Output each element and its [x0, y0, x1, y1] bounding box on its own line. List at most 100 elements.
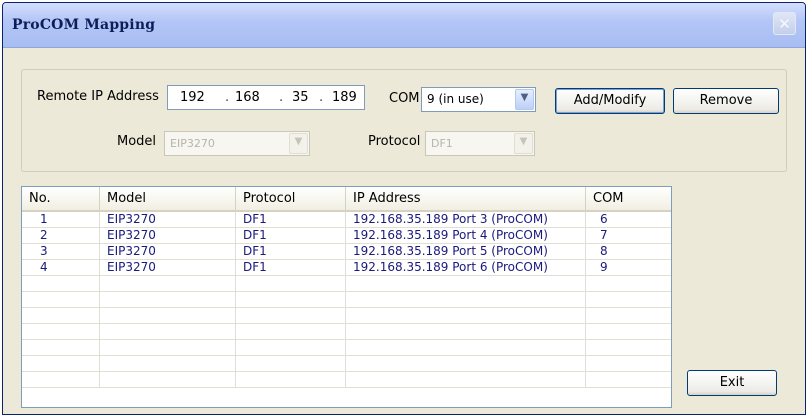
- empty-cell: [100, 292, 236, 307]
- com-label: COM: [389, 91, 420, 106]
- cell-ip-address: 192.168.35.189 Port 4 (ProCOM): [346, 228, 586, 243]
- chevron-down-icon: ▼: [294, 136, 303, 147]
- com-select-value: 9 (in use): [427, 92, 484, 106]
- cell-com: 6: [600, 212, 608, 226]
- empty-cell: [346, 292, 586, 307]
- empty-cell: [346, 356, 586, 371]
- empty-cell: [346, 276, 586, 291]
- column-header-no[interactable]: No.: [22, 187, 100, 210]
- cell-ip-address: 192.168.35.189 Port 6 (ProCOM): [346, 260, 586, 275]
- ip-octet-2[interactable]: 168: [235, 90, 260, 105]
- protocol-select-value: DF1: [431, 137, 453, 150]
- empty-cell: [22, 372, 100, 387]
- table-body: 1 EIP3270 DF1 192.168.35.189 Port 3 (Pro…: [22, 212, 671, 407]
- empty-cell: [236, 356, 346, 371]
- empty-cell: [236, 308, 346, 323]
- ip-separator: .: [319, 90, 324, 105]
- cell-model: EIP3270: [100, 228, 236, 243]
- cell-ip-address: 192.168.35.189 Port 5 (ProCOM): [346, 244, 586, 259]
- empty-row: [22, 292, 671, 308]
- table-row[interactable]: 1 EIP3270 DF1 192.168.35.189 Port 3 (Pro…: [22, 212, 671, 228]
- model-select: EIP3270 ▼: [164, 131, 310, 156]
- cell-protocol: DF1: [236, 260, 346, 275]
- empty-cell: [236, 276, 346, 291]
- empty-row: [22, 372, 671, 388]
- cell-com: 9: [600, 260, 608, 274]
- empty-cell: [100, 372, 236, 387]
- empty-cell: [22, 292, 100, 307]
- cell-com: 7: [600, 228, 608, 242]
- cell-com: 8: [600, 244, 608, 258]
- com-select[interactable]: 9 (in use) ▼: [421, 87, 536, 112]
- empty-cell: [100, 276, 236, 291]
- empty-cell: [22, 340, 100, 355]
- title-bar[interactable]: ProCOM Mapping ✕: [3, 3, 805, 48]
- cell-no: 1: [22, 212, 100, 227]
- empty-cell: [22, 356, 100, 371]
- remote-ip-input[interactable]: 192 . 168 . 35 . 189: [167, 85, 365, 110]
- table-row[interactable]: 3 EIP3270 DF1 192.168.35.189 Port 5 (Pro…: [22, 244, 671, 260]
- protocol-dropdown-button: ▼: [514, 133, 533, 154]
- empty-cell: [100, 356, 236, 371]
- empty-cell: [346, 308, 586, 323]
- column-header-protocol[interactable]: Protocol: [236, 187, 346, 210]
- table-header: No. Model Protocol IP Address COM: [22, 187, 671, 212]
- cell-protocol: DF1: [236, 212, 346, 227]
- close-button[interactable]: ✕: [773, 12, 796, 35]
- empty-cell: [22, 324, 100, 339]
- table-row[interactable]: 2 EIP3270 DF1 192.168.35.189 Port 4 (Pro…: [22, 228, 671, 244]
- empty-cell: [236, 324, 346, 339]
- empty-cell: [346, 340, 586, 355]
- chevron-down-icon: ▼: [519, 136, 528, 147]
- procom-mapping-dialog: ProCOM Mapping ✕ Remote IP Address 192 .…: [2, 2, 806, 415]
- cell-model: EIP3270: [100, 260, 236, 275]
- exit-button[interactable]: Exit: [687, 370, 777, 396]
- cell-no: 2: [22, 228, 100, 243]
- empty-row: [22, 356, 671, 372]
- ip-octet-4[interactable]: 189: [332, 90, 357, 105]
- empty-cell: [100, 340, 236, 355]
- column-header-model[interactable]: Model: [100, 187, 236, 210]
- empty-cell: [346, 372, 586, 387]
- mapping-table[interactable]: No. Model Protocol IP Address COM 1 EIP3…: [21, 186, 672, 408]
- model-dropdown-button: ▼: [289, 133, 308, 154]
- cell-model: EIP3270: [100, 212, 236, 227]
- empty-cell: [236, 340, 346, 355]
- empty-cell: [236, 292, 346, 307]
- empty-cell: [236, 372, 346, 387]
- com-dropdown-button[interactable]: ▼: [515, 89, 534, 110]
- cell-no: 4: [22, 260, 100, 275]
- add-modify-button[interactable]: Add/Modify: [555, 88, 665, 114]
- cell-protocol: DF1: [236, 244, 346, 259]
- empty-cell: [346, 324, 586, 339]
- empty-row: [22, 340, 671, 356]
- window-title: ProCOM Mapping: [12, 17, 156, 33]
- cell-ip-address: 192.168.35.189 Port 3 (ProCOM): [346, 212, 586, 227]
- connection-settings-group: [21, 69, 787, 172]
- model-label: Model: [117, 134, 157, 149]
- empty-row: [22, 276, 671, 292]
- column-header-ip-address[interactable]: IP Address: [346, 187, 586, 210]
- empty-row: [22, 324, 671, 340]
- ip-separator: .: [225, 90, 230, 105]
- empty-cell: [100, 324, 236, 339]
- model-select-value: EIP3270: [170, 137, 215, 150]
- empty-cell: [22, 308, 100, 323]
- remove-button[interactable]: Remove: [673, 88, 779, 114]
- empty-cell: [100, 308, 236, 323]
- protocol-label: Protocol: [368, 134, 421, 149]
- chevron-down-icon: ▼: [520, 92, 529, 103]
- table-row[interactable]: 4 EIP3270 DF1 192.168.35.189 Port 6 (Pro…: [22, 260, 671, 276]
- ip-octet-3[interactable]: 35: [292, 90, 309, 105]
- close-icon: ✕: [778, 15, 791, 33]
- column-header-com[interactable]: COM: [586, 187, 671, 210]
- empty-row: [22, 308, 671, 324]
- cell-protocol: DF1: [236, 228, 346, 243]
- ip-octet-1[interactable]: 192: [180, 90, 205, 105]
- cell-no: 3: [22, 244, 100, 259]
- ip-separator: .: [279, 90, 284, 105]
- protocol-select: DF1 ▼: [425, 131, 535, 156]
- remote-ip-label: Remote IP Address: [37, 89, 159, 104]
- empty-cell: [22, 276, 100, 291]
- cell-model: EIP3270: [100, 244, 236, 259]
